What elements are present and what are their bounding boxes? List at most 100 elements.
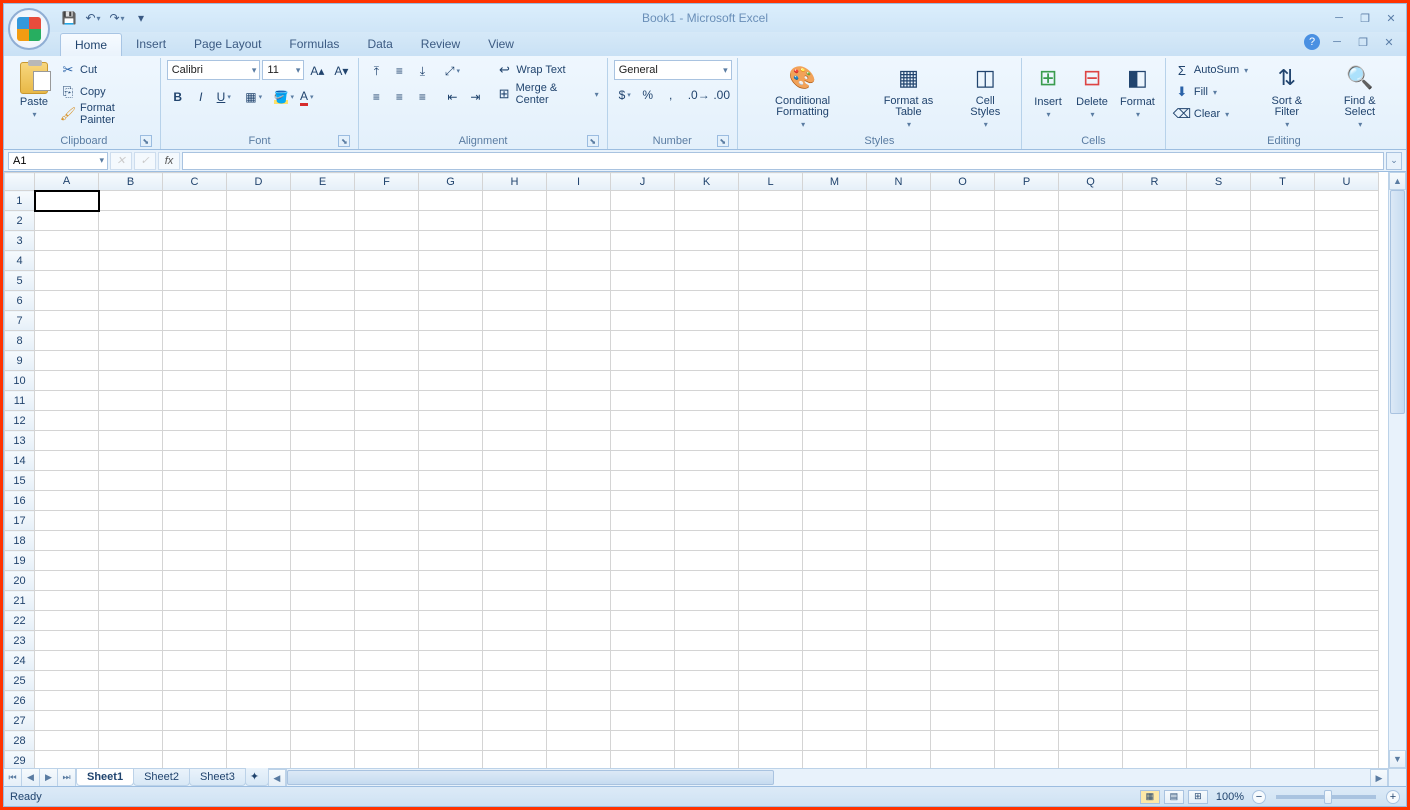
cell-U17[interactable] — [1315, 511, 1379, 531]
cell-E12[interactable] — [291, 411, 355, 431]
clear-button[interactable]: ⌫Clear▾ — [1172, 104, 1250, 124]
cell-L25[interactable] — [739, 671, 803, 691]
fx-button[interactable]: fx — [158, 152, 180, 170]
cell-M16[interactable] — [803, 491, 867, 511]
row-header-9[interactable]: 9 — [5, 351, 35, 371]
tab-formulas[interactable]: Formulas — [275, 33, 353, 56]
cell-A20[interactable] — [35, 571, 99, 591]
cell-Q1[interactable] — [1059, 191, 1123, 211]
cell-Q25[interactable] — [1059, 671, 1123, 691]
cell-O6[interactable] — [931, 291, 995, 311]
cell-G26[interactable] — [419, 691, 483, 711]
cell-R10[interactable] — [1123, 371, 1187, 391]
cell-B25[interactable] — [99, 671, 163, 691]
row-header-8[interactable]: 8 — [5, 331, 35, 351]
cell-U5[interactable] — [1315, 271, 1379, 291]
cell-I13[interactable] — [547, 431, 611, 451]
cell-C16[interactable] — [163, 491, 227, 511]
cell-P14[interactable] — [995, 451, 1059, 471]
cell-H11[interactable] — [483, 391, 547, 411]
cell-I5[interactable] — [547, 271, 611, 291]
restore-button[interactable]: ❐ — [1356, 11, 1374, 25]
doc-close-button[interactable]: ✕ — [1380, 35, 1398, 49]
insert-cells-button[interactable]: ⊞Insert▾ — [1028, 60, 1068, 121]
cell-K18[interactable] — [675, 531, 739, 551]
cell-E18[interactable] — [291, 531, 355, 551]
cell-M9[interactable] — [803, 351, 867, 371]
cell-E16[interactable] — [291, 491, 355, 511]
cell-I11[interactable] — [547, 391, 611, 411]
cell-S20[interactable] — [1187, 571, 1251, 591]
col-header-P[interactable]: P — [995, 173, 1059, 191]
cell-J23[interactable] — [611, 631, 675, 651]
cell-I3[interactable] — [547, 231, 611, 251]
cell-U24[interactable] — [1315, 651, 1379, 671]
cell-S17[interactable] — [1187, 511, 1251, 531]
cell-M23[interactable] — [803, 631, 867, 651]
cell-C7[interactable] — [163, 311, 227, 331]
cell-B11[interactable] — [99, 391, 163, 411]
cell-L15[interactable] — [739, 471, 803, 491]
doc-minimize-button[interactable]: ─ — [1328, 35, 1346, 49]
cell-C12[interactable] — [163, 411, 227, 431]
cell-J6[interactable] — [611, 291, 675, 311]
cell-R6[interactable] — [1123, 291, 1187, 311]
row-header-1[interactable]: 1 — [5, 191, 35, 211]
cell-C19[interactable] — [163, 551, 227, 571]
cell-U3[interactable] — [1315, 231, 1379, 251]
cell-J10[interactable] — [611, 371, 675, 391]
cell-S12[interactable] — [1187, 411, 1251, 431]
cell-H10[interactable] — [483, 371, 547, 391]
cell-I22[interactable] — [547, 611, 611, 631]
cell-K4[interactable] — [675, 251, 739, 271]
cell-P11[interactable] — [995, 391, 1059, 411]
cell-G8[interactable] — [419, 331, 483, 351]
cell-N10[interactable] — [867, 371, 931, 391]
increase-indent-button[interactable]: ⇥ — [464, 86, 486, 108]
cell-O16[interactable] — [931, 491, 995, 511]
cell-P21[interactable] — [995, 591, 1059, 611]
cell-R4[interactable] — [1123, 251, 1187, 271]
cell-D21[interactable] — [227, 591, 291, 611]
font-launcher[interactable]: ⬊ — [338, 135, 350, 147]
cell-U1[interactable] — [1315, 191, 1379, 211]
cell-G24[interactable] — [419, 651, 483, 671]
cell-T9[interactable] — [1251, 351, 1315, 371]
cell-K24[interactable] — [675, 651, 739, 671]
cell-C15[interactable] — [163, 471, 227, 491]
cell-L27[interactable] — [739, 711, 803, 731]
decrease-indent-button[interactable]: ⇤ — [441, 86, 463, 108]
cell-Q19[interactable] — [1059, 551, 1123, 571]
help-icon[interactable]: ? — [1304, 34, 1320, 50]
cell-K1[interactable] — [675, 191, 739, 211]
decrease-font-button[interactable]: A▾ — [330, 60, 352, 82]
font-color-button[interactable]: A — [296, 86, 318, 108]
cell-Q11[interactable] — [1059, 391, 1123, 411]
cell-Q22[interactable] — [1059, 611, 1123, 631]
cell-U7[interactable] — [1315, 311, 1379, 331]
cell-D23[interactable] — [227, 631, 291, 651]
cell-S14[interactable] — [1187, 451, 1251, 471]
cell-H26[interactable] — [483, 691, 547, 711]
cell-B2[interactable] — [99, 211, 163, 231]
cell-U20[interactable] — [1315, 571, 1379, 591]
cell-L19[interactable] — [739, 551, 803, 571]
cell-C27[interactable] — [163, 711, 227, 731]
col-header-N[interactable]: N — [867, 173, 931, 191]
cell-B1[interactable] — [99, 191, 163, 211]
cell-M3[interactable] — [803, 231, 867, 251]
cell-U8[interactable] — [1315, 331, 1379, 351]
enter-formula-button[interactable]: ✓ — [134, 152, 156, 170]
page-layout-view-button[interactable]: ▤ — [1164, 790, 1184, 804]
cell-I19[interactable] — [547, 551, 611, 571]
orientation-button[interactable]: ⤢ — [441, 60, 463, 82]
minimize-button[interactable]: ─ — [1330, 11, 1348, 25]
cell-F19[interactable] — [355, 551, 419, 571]
cell-H7[interactable] — [483, 311, 547, 331]
cell-U18[interactable] — [1315, 531, 1379, 551]
cell-J9[interactable] — [611, 351, 675, 371]
cell-I21[interactable] — [547, 591, 611, 611]
decrease-decimal-button[interactable]: .00 — [711, 84, 733, 106]
cell-S10[interactable] — [1187, 371, 1251, 391]
cell-L20[interactable] — [739, 571, 803, 591]
